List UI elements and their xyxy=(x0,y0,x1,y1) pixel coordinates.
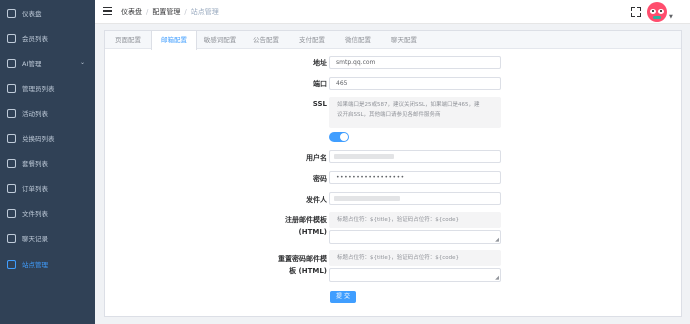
sidebar-item-label: 订单列表 xyxy=(22,185,48,193)
settings-tabs: 页面配置 邮箱配置 敏感词配置 公告配置 支付配置 微信配置 聊天配置 xyxy=(105,31,681,50)
sidebar-item-label: 会员列表 xyxy=(22,35,48,43)
sidebar-item-activities[interactable]: 活动列表 xyxy=(0,102,95,124)
sender-label: 发件人 xyxy=(306,196,327,204)
tab-sensitive-words-config[interactable]: 敏感词配置 xyxy=(197,31,243,49)
sidebar-item-members[interactable]: 会员列表 xyxy=(0,27,95,49)
top-navbar: 仪表盘 / 配置管理 / 站点管理 ▼ xyxy=(95,0,690,24)
ssl-note: 如果端口是25或587，建议关闭SSL，如果端口是465，建 议开启SSL，其他… xyxy=(329,97,501,128)
breadcrumb: 仪表盘 / 配置管理 / 站点管理 xyxy=(121,8,219,16)
register-template-label-line: 注册邮件模板 xyxy=(285,216,327,224)
sidebar: 仪表盘 会员列表 AI管理 ⌄ 管理员列表 活动列表 兑换码列表 套餐列表 订单… xyxy=(0,0,95,324)
port-label: 端口 xyxy=(313,80,327,88)
sender-input[interactable] xyxy=(329,192,501,205)
tab-payment-config[interactable]: 支付配置 xyxy=(289,31,335,49)
sidebar-item-label: 套餐列表 xyxy=(22,160,48,168)
register-template-label-line: (HTML) xyxy=(298,228,327,236)
breadcrumb-item-config: 配置管理 xyxy=(152,8,181,16)
register-template-textarea[interactable]: ◢ xyxy=(329,230,501,244)
username-label: 用户名 xyxy=(306,154,327,162)
package-icon xyxy=(7,158,16,168)
settings-card: 页面配置 邮箱配置 敏感词配置 公告配置 支付配置 微信配置 聊天配置 地址 s… xyxy=(104,30,682,317)
sidebar-item-label: 聊天记录 xyxy=(22,235,48,243)
tab-email-config[interactable]: 邮箱配置 xyxy=(151,31,197,50)
sidebar-item-files[interactable]: 文件列表 xyxy=(0,202,95,224)
sidebar-item-dashboard[interactable]: 仪表盘 xyxy=(0,2,95,24)
address-label: 地址 xyxy=(313,59,327,67)
fullscreen-icon[interactable] xyxy=(631,7,641,17)
breadcrumb-item-current: 站点管理 xyxy=(190,8,219,16)
user-icon xyxy=(7,33,16,43)
sidebar-item-site-management[interactable]: 站点管理 xyxy=(0,253,95,275)
dashboard-icon xyxy=(7,8,16,18)
sidebar-item-packages[interactable]: 套餐列表 xyxy=(0,152,95,174)
port-input[interactable]: 465 xyxy=(329,77,501,90)
tab-wechat-config[interactable]: 微信配置 xyxy=(335,31,381,49)
sidebar-item-label: 仪表盘 xyxy=(22,10,42,18)
register-template-hint: 标题占位符：${title}，验证码占位符：${code} xyxy=(329,212,501,228)
chat-icon xyxy=(7,233,16,243)
site-icon xyxy=(7,259,16,269)
resize-handle-icon[interactable]: ◢ xyxy=(495,275,499,281)
order-icon xyxy=(7,183,16,193)
sidebar-item-ai-management[interactable]: AI管理 ⌄ xyxy=(0,52,95,74)
reset-template-label-line: 板 (HTML) xyxy=(289,267,327,275)
tab-chat-config[interactable]: 聊天配置 xyxy=(381,31,427,49)
avatar[interactable] xyxy=(647,2,667,22)
address-input[interactable]: smtp.qq.com xyxy=(329,56,501,69)
sidebar-item-redeem-codes[interactable]: 兑换码列表 xyxy=(0,127,95,149)
sidebar-item-label: 站点管理 xyxy=(22,261,48,269)
file-icon xyxy=(7,208,16,218)
reset-template-hint: 标题占位符：${title}，验证码占位符：${code} xyxy=(329,250,501,266)
sidebar-item-admins[interactable]: 管理员列表 xyxy=(0,77,95,99)
chevron-down-icon: ⌄ xyxy=(79,59,85,66)
register-template-label: 注册邮件模板 (HTML) xyxy=(207,214,327,238)
sidebar-item-chat-records[interactable]: 聊天记录 xyxy=(0,227,95,249)
sidebar-item-label: 管理员列表 xyxy=(22,85,55,93)
sidebar-item-label: AI管理 xyxy=(22,60,42,68)
sidebar-item-label: 文件列表 xyxy=(22,210,48,218)
sidebar-item-label: 活动列表 xyxy=(22,110,48,118)
resize-handle-icon[interactable]: ◢ xyxy=(495,237,499,243)
tab-page-config[interactable]: 页面配置 xyxy=(105,31,151,49)
breadcrumb-item-dashboard[interactable]: 仪表盘 xyxy=(121,8,142,16)
reset-template-label-line: 重置密码邮件模 xyxy=(278,255,327,263)
ssl-note-line: 议开启SSL，其他端口请参见各邮件服务商 xyxy=(337,112,441,118)
activity-icon xyxy=(7,108,16,118)
tab-announcement-config[interactable]: 公告配置 xyxy=(243,31,289,49)
ssl-toggle[interactable] xyxy=(329,132,349,142)
reset-template-textarea[interactable]: ◢ xyxy=(329,268,501,282)
sidebar-item-orders[interactable]: 订单列表 xyxy=(0,177,95,199)
password-label: 密码 xyxy=(313,175,327,183)
code-icon xyxy=(7,133,16,143)
ssl-label: SSL xyxy=(312,100,327,108)
menu-toggle-icon[interactable] xyxy=(103,7,112,16)
password-input[interactable]: ••••••••••••••••• xyxy=(329,171,501,184)
caret-down-icon[interactable]: ▼ xyxy=(669,14,673,20)
sidebar-item-label: 兑换码列表 xyxy=(22,135,55,143)
submit-button[interactable]: 提 交 xyxy=(330,291,356,303)
ssl-note-line: 如果端口是25或587，建议关闭SSL，如果端口是465，建 xyxy=(337,102,480,108)
ai-icon xyxy=(7,58,16,68)
reset-template-label: 重置密码邮件模 板 (HTML) xyxy=(207,253,327,277)
username-input[interactable] xyxy=(329,150,501,163)
admin-icon xyxy=(7,83,16,93)
